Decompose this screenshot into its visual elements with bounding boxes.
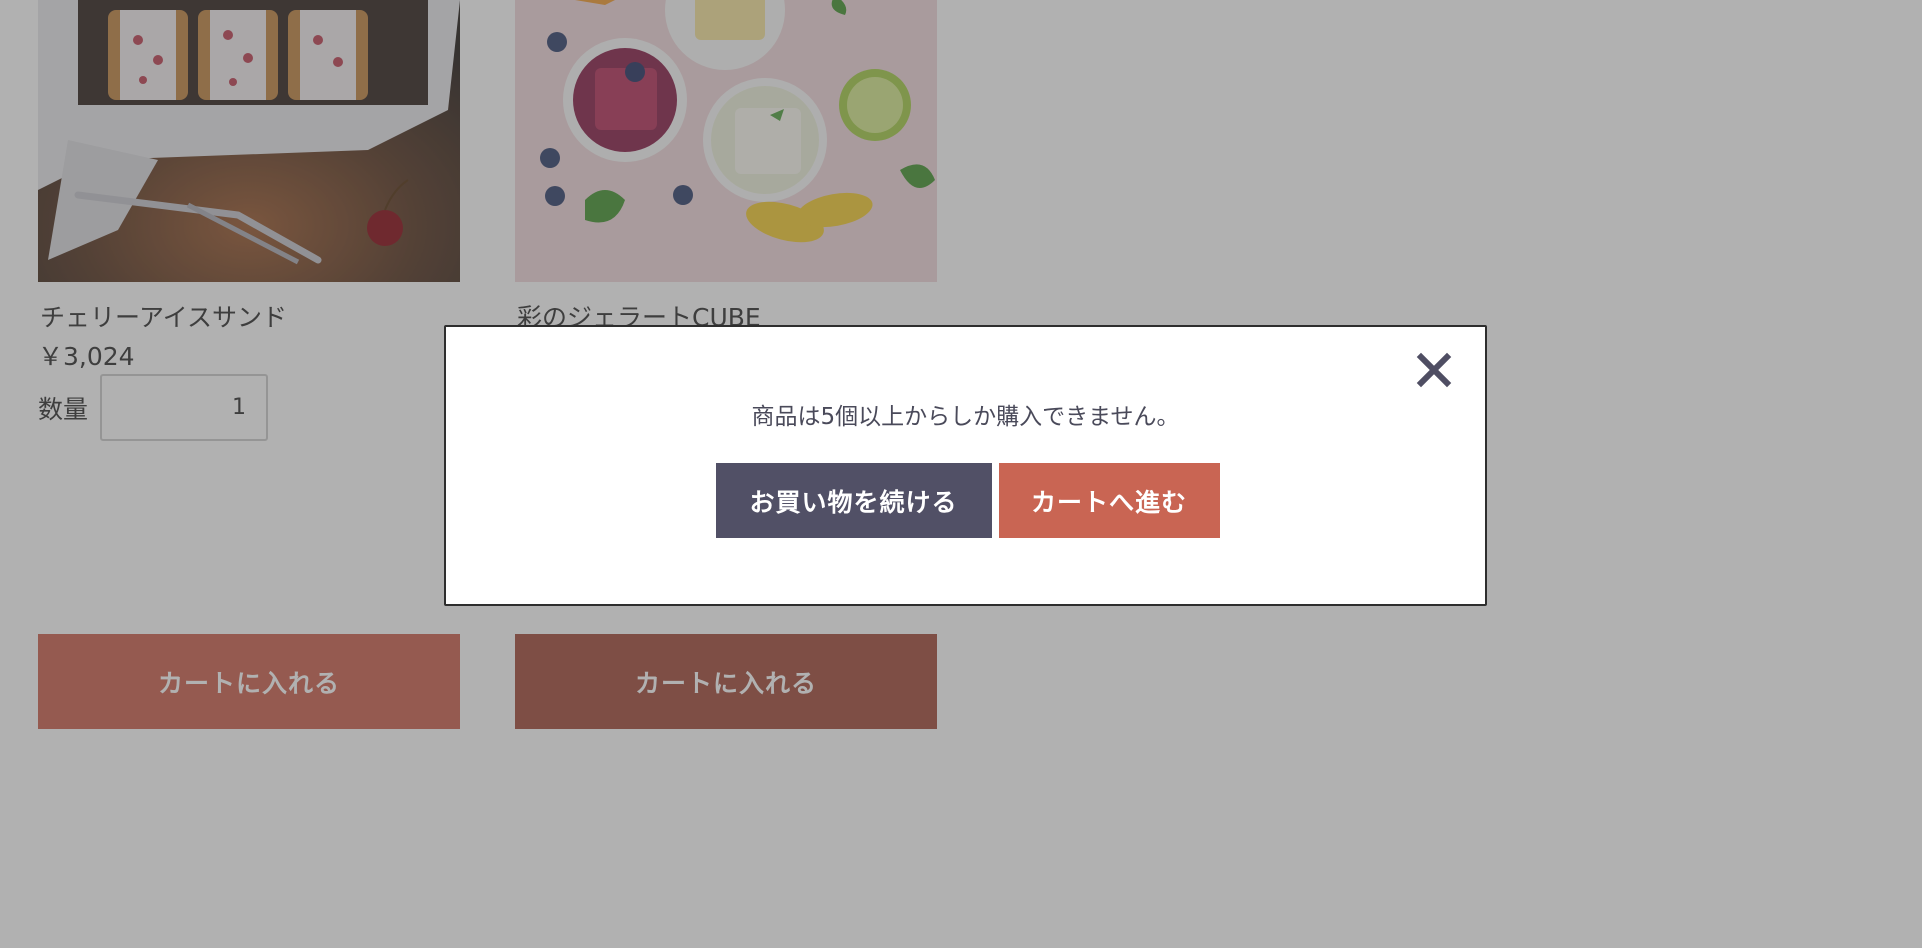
quantity-alert-dialog: 商品は5個以上からしか購入できません。 お買い物を続ける カートへ進む	[444, 325, 1487, 606]
dialog-actions: お買い物を続ける カートへ進む	[446, 463, 1485, 538]
continue-shopping-button[interactable]: お買い物を続ける	[715, 463, 992, 538]
go-to-cart-button[interactable]: カートへ進む	[998, 463, 1220, 538]
close-icon[interactable]	[1413, 349, 1455, 391]
dialog-message: 商品は5個以上からしか購入できません。	[751, 404, 1180, 430]
product-list-page: チェリーアイスサンド ￥3,024 数量 カートに入れる	[0, 0, 1922, 948]
